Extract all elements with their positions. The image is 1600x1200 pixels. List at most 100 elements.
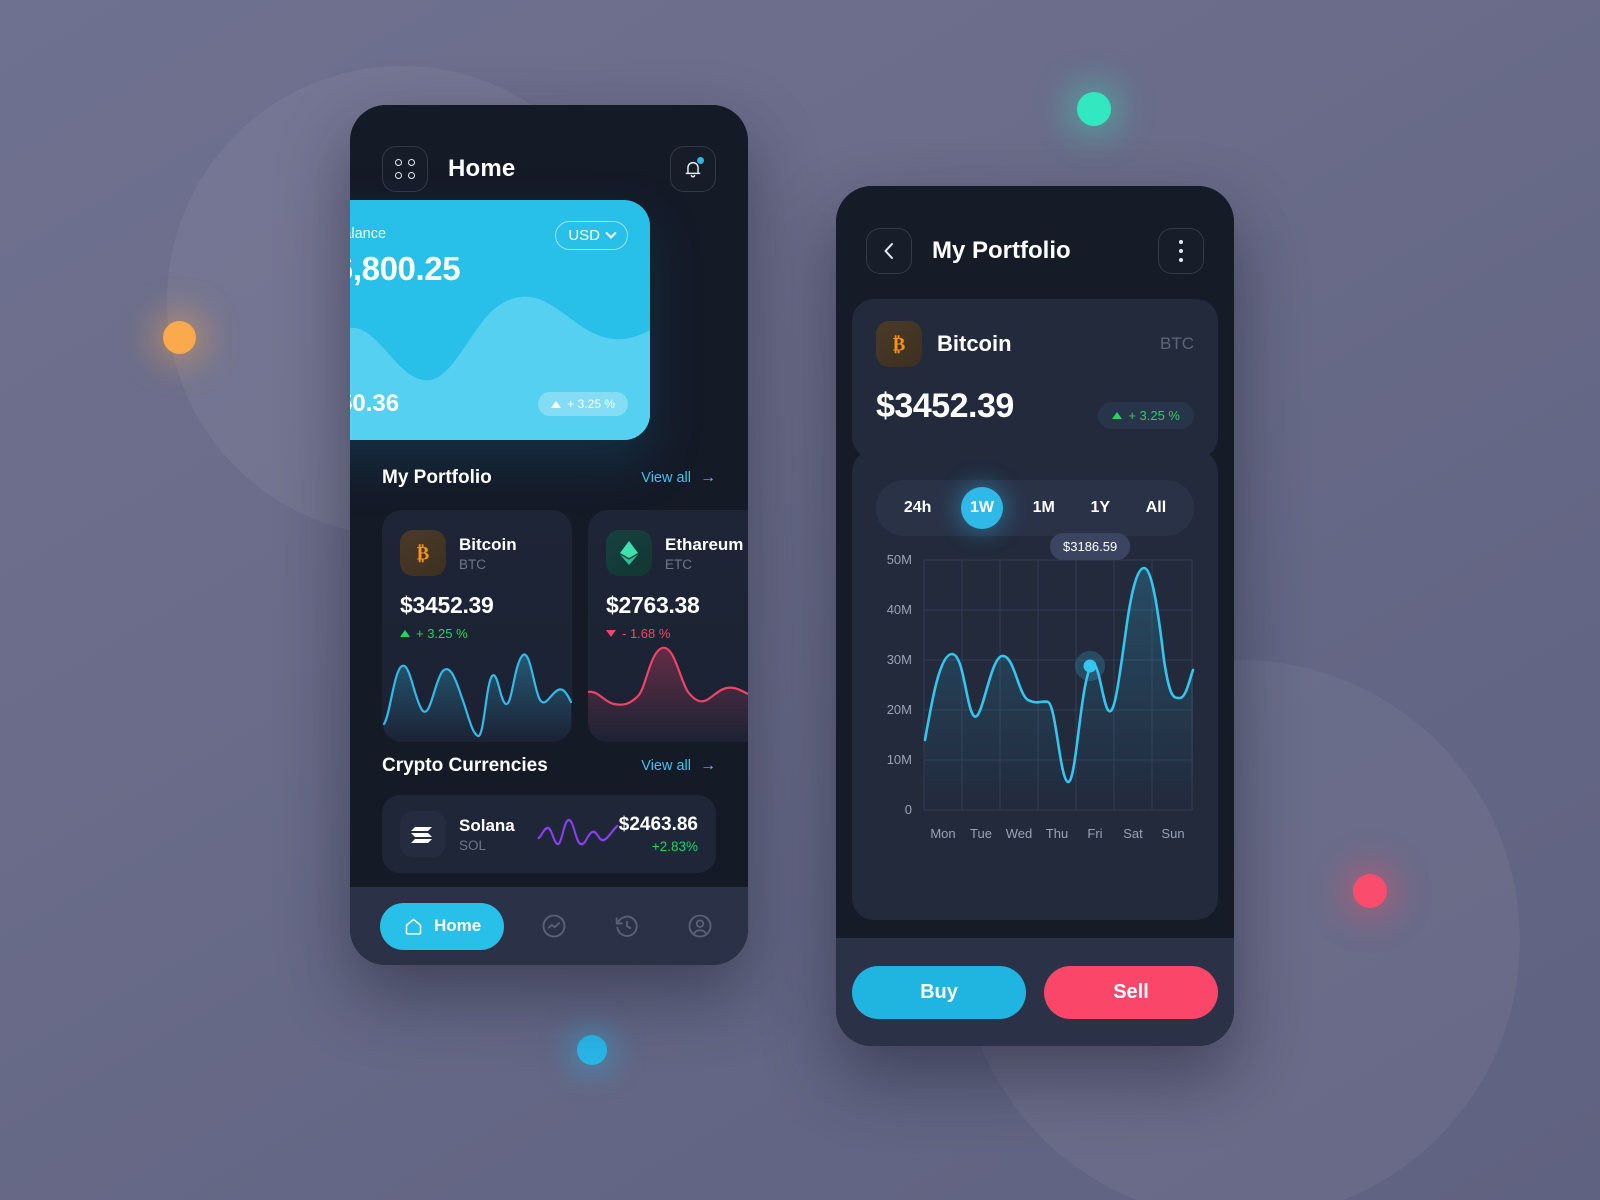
coin-price: $2763.38 xyxy=(606,592,700,618)
svg-text:40M: 40M xyxy=(887,602,912,617)
portfolio-page-title: My Portfolio xyxy=(932,237,1071,264)
total-balance-amount: $66,800.25 xyxy=(350,250,461,287)
crypto-name: Solana xyxy=(459,815,515,835)
range-1w[interactable]: 1W xyxy=(961,487,1004,529)
list-item-solana[interactable]: Solana SOL $2463.86 +2.83% xyxy=(382,795,716,873)
currency-selector[interactable]: USD xyxy=(555,221,628,250)
price-chart-card: 24h 1W 1M 1Y All 50M 40M 30M 20M 10M 0 M… xyxy=(852,450,1218,920)
arrow-right-icon: → xyxy=(700,469,716,486)
crypto-change: +2.83% xyxy=(651,839,698,854)
solana-glyph xyxy=(411,827,432,843)
svg-text:Tue: Tue xyxy=(970,826,992,841)
more-options-button[interactable] xyxy=(1158,228,1204,274)
page-title: Home xyxy=(448,155,516,182)
orange-dot xyxy=(163,321,196,354)
background xyxy=(0,0,1600,1200)
coin-name: Bitcoin xyxy=(459,534,517,554)
grid-menu-button[interactable] xyxy=(382,146,428,192)
tab-activity[interactable] xyxy=(535,908,572,945)
bottom-tabbar: Home xyxy=(350,887,748,965)
blue-dot xyxy=(577,1035,607,1065)
chevron-down-icon xyxy=(605,227,617,239)
portfolio-header: My Portfolio xyxy=(836,186,1234,316)
arrow-right-icon: → xyxy=(700,757,716,774)
range-all[interactable]: All xyxy=(1140,491,1172,525)
portfolio-view-all-link[interactable]: View all → xyxy=(641,469,716,487)
svg-text:₿: ₿ xyxy=(893,335,906,356)
bitcoin-sparkline xyxy=(382,653,572,742)
highlight-point xyxy=(1083,659,1097,673)
price-line-chart: 50M 40M 30M 20M 10M 0 Mon Tue Wed Thu Fr… xyxy=(887,552,1195,841)
profile-icon xyxy=(688,914,711,938)
coin-symbol: ETC xyxy=(665,556,692,572)
sell-button[interactable]: Sell xyxy=(1044,965,1218,1019)
svg-text:30M: 30M xyxy=(887,652,912,667)
profit-block: Profit $2650.36 xyxy=(350,370,399,418)
profit-amount: $2650.36 xyxy=(350,390,400,417)
portfolio-title: My Portfolio xyxy=(382,467,492,488)
crypto-title: Crypto Currencies xyxy=(382,755,548,776)
svg-text:10M: 10M xyxy=(887,752,912,767)
home-screen-phone: Home Total Balance $66,800.25 USD xyxy=(350,105,748,965)
history-icon xyxy=(615,915,638,937)
svg-text:Wed: Wed xyxy=(1006,826,1033,841)
coin-card-ethereum[interactable]: Ethareum ETC $2763.38 - 1.68 % xyxy=(588,510,748,742)
tab-history[interactable] xyxy=(608,908,645,945)
tab-home[interactable]: Home xyxy=(380,902,505,950)
bitcoin-icon: ₿ xyxy=(400,530,446,576)
coin-card-bitcoin[interactable]: ₿ Bitcoin BTC $3452.39 + 3.25 % xyxy=(382,510,572,742)
chevron-left-icon xyxy=(884,243,893,259)
svg-text:Mon: Mon xyxy=(930,826,955,841)
range-1y[interactable]: 1Y xyxy=(1085,491,1117,525)
svg-text:0: 0 xyxy=(905,802,912,817)
home-screen-body: Home Total Balance $66,800.25 USD xyxy=(350,105,748,965)
range-1m[interactable]: 1M xyxy=(1027,491,1061,525)
grid-icon xyxy=(395,159,415,179)
portfolio-view-all-label: View all xyxy=(641,470,691,486)
coin-summary-card: ₿ Bitcoin BTC $3452.39 + 3.25 % xyxy=(852,299,1218,459)
balance-change-value: + 3.25 % xyxy=(567,397,615,411)
notification-button[interactable] xyxy=(670,146,716,192)
kebab-menu-icon xyxy=(1178,239,1184,263)
svg-text:20M: 20M xyxy=(887,702,912,717)
crypto-section-header: Crypto Currencies View all → xyxy=(350,755,748,777)
portfolio-screen-body: My Portfolio ₿ Bitcoin BTC $3452.39 + 3.… xyxy=(836,186,1234,1046)
bitcoin-glyph: ₿ xyxy=(893,335,906,356)
solana-icon xyxy=(400,811,446,857)
triangle-up-icon xyxy=(1112,412,1123,419)
tab-home-label: Home xyxy=(434,916,482,935)
crypto-view-all-label: View all xyxy=(641,758,691,774)
bitcoin-icon: ₿ xyxy=(876,321,922,367)
currency-value: USD xyxy=(568,227,600,244)
buy-button[interactable]: Buy xyxy=(852,965,1026,1019)
back-button[interactable] xyxy=(866,228,912,274)
coin-change-value: + 3.25 % xyxy=(1128,408,1180,423)
tab-profile[interactable] xyxy=(681,908,718,945)
time-range-selector: 24h 1W 1M 1Y All xyxy=(876,480,1194,536)
balance-change-badge: + 3.25 % xyxy=(538,392,628,416)
bitcoin-glyph: ₿ xyxy=(417,544,430,565)
ethereum-sparkline xyxy=(588,646,748,742)
coin-name: Bitcoin xyxy=(937,331,1012,356)
y-axis-labels: 50M 40M 30M 20M 10M 0 xyxy=(887,552,912,817)
range-24h[interactable]: 24h xyxy=(898,491,938,525)
triangle-up-icon xyxy=(551,400,562,408)
coin-change-badge: + 3.25 % xyxy=(1098,402,1194,429)
home-icon xyxy=(405,918,422,935)
coin-name: Ethareum xyxy=(665,534,744,554)
crypto-view-all-link[interactable]: View all → xyxy=(641,757,716,775)
ethereum-icon xyxy=(606,530,652,576)
chart-tooltip: $3186.59 xyxy=(1050,533,1131,560)
solana-sparkline xyxy=(537,818,619,846)
ethereum-glyph xyxy=(620,541,638,565)
portfolio-coin-list: ₿ Bitcoin BTC $3452.39 + 3.25 % Ethareum… xyxy=(350,510,748,742)
portfolio-section-header: My Portfolio View all → xyxy=(350,467,748,489)
green-dot xyxy=(1077,92,1111,126)
profit-label: Profit xyxy=(350,370,399,386)
svg-text:50M: 50M xyxy=(887,552,912,567)
svg-text:Sun: Sun xyxy=(1161,826,1184,841)
crypto-symbol: SOL xyxy=(459,837,487,853)
pink-dot xyxy=(1353,874,1387,908)
trade-actions: Buy Sell xyxy=(836,938,1234,1046)
total-balance-card[interactable]: Total Balance $66,800.25 USD Profit $265… xyxy=(350,200,650,440)
